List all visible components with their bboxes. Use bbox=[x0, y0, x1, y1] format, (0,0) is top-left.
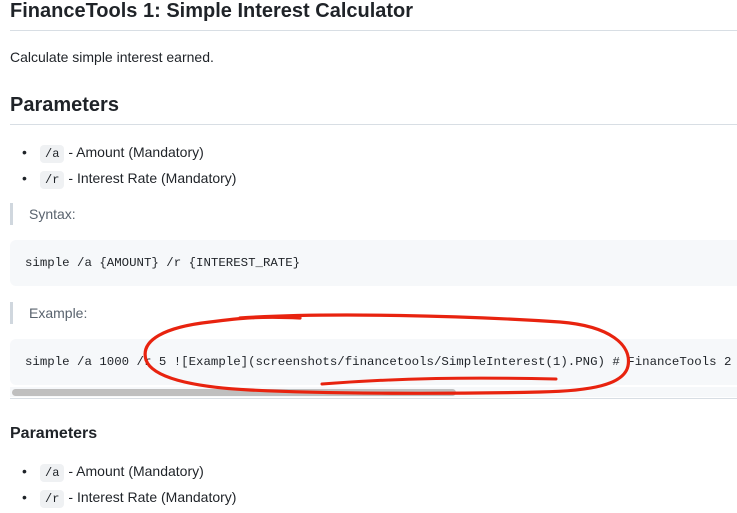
page-description: Calculate simple interest earned. bbox=[10, 49, 214, 65]
parameters-heading-2: Parameters bbox=[10, 425, 98, 442]
bullet: • bbox=[22, 144, 27, 160]
example-divider bbox=[10, 398, 737, 399]
param-flag: /r bbox=[40, 490, 65, 508]
list-item: • /r - Interest Rate (Mandatory) bbox=[22, 167, 236, 193]
parameters-divider bbox=[10, 124, 737, 125]
param-flag: /r bbox=[40, 171, 65, 189]
title-divider bbox=[10, 30, 737, 31]
parameters-list: • /a - Amount (Mandatory) • /r - Interest Ra… bbox=[22, 141, 236, 193]
syntax-label: Syntax: bbox=[10, 203, 76, 225]
bullet: • bbox=[22, 170, 27, 186]
example-code: simple /a 1000 /r 5 ![Example](screensho… bbox=[25, 355, 732, 369]
param-description: - Interest Rate (Mandatory) bbox=[68, 489, 237, 505]
param-flag: /a bbox=[40, 145, 65, 163]
parameters-list-2: • /a - Amount (Mandatory) • /r - Interest Ra… bbox=[22, 460, 236, 512]
param-description: - Interest Rate (Mandatory) bbox=[68, 170, 237, 186]
bullet: • bbox=[22, 463, 27, 479]
page-title: FinanceTools 1: Simple Interest Calculat… bbox=[10, 0, 414, 22]
parameters-heading: Parameters bbox=[10, 94, 119, 116]
bullet: • bbox=[22, 489, 27, 505]
param-description: - Amount (Mandatory) bbox=[68, 144, 204, 160]
example-code-block[interactable]: simple /a 1000 /r 5 ![Example](screensho… bbox=[10, 339, 737, 385]
code-scrollbar-track[interactable] bbox=[10, 387, 737, 397]
param-description: - Amount (Mandatory) bbox=[68, 463, 204, 479]
list-item: • /a - Amount (Mandatory) bbox=[22, 141, 236, 167]
list-item: • /r - Interest Rate (Mandatory) bbox=[22, 486, 236, 512]
code-scrollbar-thumb[interactable] bbox=[12, 389, 456, 396]
example-label: Example: bbox=[10, 302, 87, 324]
list-item: • /a - Amount (Mandatory) bbox=[22, 460, 236, 486]
syntax-code-block[interactable]: simple /a {AMOUNT} /r {INTEREST_RATE} bbox=[10, 240, 737, 286]
syntax-code: simple /a {AMOUNT} /r {INTEREST_RATE} bbox=[25, 256, 301, 270]
param-flag: /a bbox=[40, 464, 65, 482]
